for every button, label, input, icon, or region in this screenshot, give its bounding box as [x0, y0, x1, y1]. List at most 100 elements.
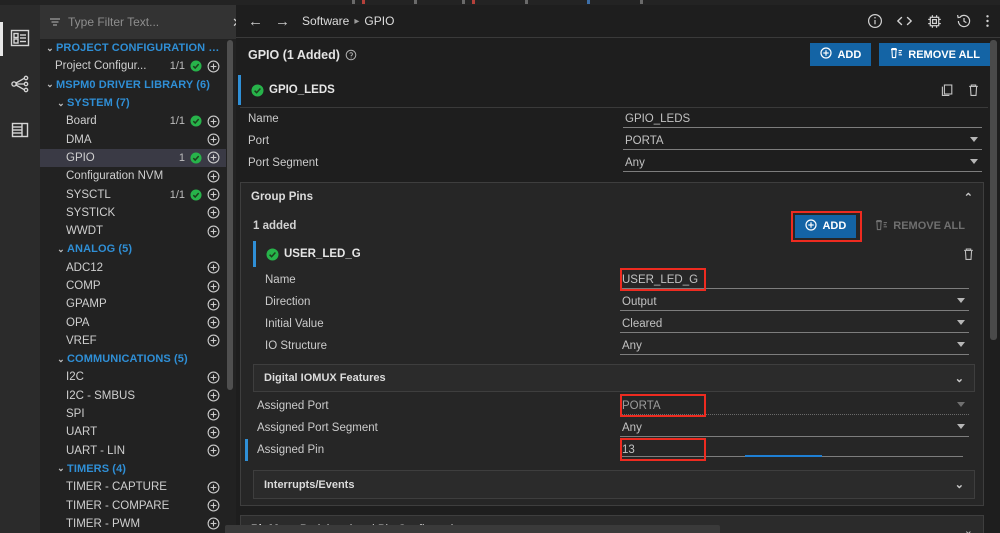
add-module-icon[interactable]: [207, 170, 220, 183]
chevron-down-icon[interactable]: ⌄: [955, 478, 964, 491]
add-module-icon[interactable]: [207, 517, 220, 530]
add-module-icon[interactable]: [207, 481, 220, 494]
add-module-icon[interactable]: [207, 499, 220, 512]
add-module-icon[interactable]: [207, 206, 220, 219]
sidebar-item-mspm0-driver-library-6[interactable]: ⌄ MSPM0 DRIVER LIBRARY (6): [40, 76, 226, 94]
sidebar-item-wwdt[interactable]: WWDT: [40, 222, 226, 240]
add-module-icon[interactable]: [207, 115, 220, 128]
field-input[interactable]: USER_LED_G: [620, 272, 969, 289]
back-button[interactable]: ←: [248, 14, 263, 29]
dropdown-caret-icon[interactable]: [957, 423, 965, 429]
main-scrollbar-thumb[interactable]: [990, 40, 997, 340]
chevron-up-icon[interactable]: ⌃: [964, 191, 973, 204]
add-module-icon[interactable]: [207, 280, 220, 293]
device-grid-icon[interactable]: [8, 118, 32, 142]
field-select[interactable]: Output: [620, 294, 969, 311]
sidebar-item-adc12[interactable]: ADC12: [40, 259, 226, 277]
sidebar-item-uart-lin[interactable]: UART - LIN: [40, 442, 226, 460]
add-module-icon[interactable]: [207, 389, 220, 402]
add-module-icon[interactable]: [207, 334, 220, 347]
sidebar-item-sysctl[interactable]: SYSCTL 1/1: [40, 185, 226, 203]
field-select[interactable]: Any: [620, 420, 969, 437]
filter-input[interactable]: [68, 15, 223, 29]
field-select[interactable]: PORTA: [620, 398, 969, 415]
chevron-down-icon[interactable]: ⌄: [964, 524, 973, 533]
add-module-icon[interactable]: [207, 151, 220, 164]
blocks-list-icon[interactable]: [8, 26, 32, 50]
field-select[interactable]: Any: [620, 338, 969, 355]
add-button[interactable]: ADD: [810, 43, 872, 66]
chip-icon[interactable]: [926, 13, 943, 30]
sidebar-item-timer-pwm[interactable]: TIMER - PWM: [40, 515, 226, 533]
chevron-down-icon[interactable]: ⌄: [55, 463, 67, 474]
sidebar-scrollbar-thumb[interactable]: [227, 40, 233, 390]
info-icon[interactable]: [867, 13, 883, 29]
add-module-icon[interactable]: [207, 298, 220, 311]
chevron-down-icon[interactable]: ⌄: [55, 98, 67, 109]
group-pins-header[interactable]: Group Pins ⌃: [241, 183, 983, 211]
delete-icon[interactable]: [967, 83, 980, 97]
sidebar-item-i2c[interactable]: I2C: [40, 368, 226, 386]
add-module-icon[interactable]: [207, 133, 220, 146]
sidebar-item-board[interactable]: Board 1/1: [40, 112, 226, 130]
field-select[interactable]: Cleared: [620, 316, 969, 333]
dropdown-caret-icon[interactable]: [957, 319, 965, 325]
add-module-icon[interactable]: [207, 261, 220, 274]
chevron-down-icon[interactable]: ⌄: [55, 354, 67, 365]
sidebar-item-timer-compare[interactable]: TIMER - COMPARE: [40, 496, 226, 514]
remove-all-button[interactable]: REMOVE ALL: [879, 43, 990, 66]
sidebar-item-gpamp[interactable]: GPAMP: [40, 295, 226, 313]
digital-iomux-header[interactable]: Digital IOMUX Features ⌄: [254, 365, 974, 391]
sidebar-item-uart[interactable]: UART: [40, 423, 226, 441]
sidebar-item-configuration-nvm[interactable]: Configuration NVM: [40, 167, 226, 185]
copy-icon[interactable]: [940, 83, 954, 97]
sidebar-item-spi[interactable]: SPI: [40, 405, 226, 423]
add-module-icon[interactable]: [207, 188, 220, 201]
pin-network-icon[interactable]: [8, 72, 32, 96]
field-select[interactable]: Any: [623, 155, 982, 172]
sidebar-item-i2c-smbus[interactable]: I2C - SMBUS: [40, 387, 226, 405]
add-module-icon[interactable]: [207, 444, 220, 457]
chevron-down-icon[interactable]: ⌄: [44, 43, 56, 54]
sidebar-item-comp[interactable]: COMP: [40, 277, 226, 295]
code-icon[interactable]: [896, 13, 913, 29]
help-icon[interactable]: [345, 49, 357, 61]
chevron-down-icon[interactable]: ⌄: [55, 244, 67, 255]
add-pin-button[interactable]: ADD: [795, 214, 857, 238]
dropdown-caret-icon[interactable]: [957, 341, 965, 347]
add-module-icon[interactable]: [207, 316, 220, 329]
forward-button[interactable]: →: [275, 14, 290, 29]
sidebar-item-vref[interactable]: VREF: [40, 332, 226, 350]
sidebar-item-gpio[interactable]: GPIO 1: [40, 148, 226, 168]
sidebar-item-communications-5[interactable]: ⌄ COMMUNICATIONS (5): [40, 350, 226, 368]
sidebar-item-dma[interactable]: DMA: [40, 130, 226, 148]
slider-fill[interactable]: [745, 454, 822, 457]
add-module-icon[interactable]: [207, 225, 220, 238]
add-module-icon[interactable]: [207, 371, 220, 384]
interrupts-events-header[interactable]: Interrupts/Events ⌄: [254, 471, 974, 498]
dropdown-caret-icon[interactable]: [957, 297, 965, 303]
breadcrumb-root[interactable]: Software: [302, 14, 349, 28]
add-module-icon[interactable]: [207, 426, 220, 439]
add-module-icon[interactable]: [207, 408, 220, 421]
sidebar-item-timers-4[interactable]: ⌄ TIMERS (4): [40, 460, 226, 478]
sidebar-item-analog-5[interactable]: ⌄ ANALOG (5): [40, 240, 226, 258]
dropdown-caret-icon[interactable]: [970, 158, 978, 164]
breadcrumb-current[interactable]: GPIO: [364, 14, 394, 28]
main-scrollbar[interactable]: [989, 38, 999, 533]
more-vertical-icon[interactable]: [985, 13, 990, 29]
sidebar-item-systick[interactable]: SYSTICK: [40, 204, 226, 222]
sidebar-item-opa[interactable]: OPA: [40, 313, 226, 331]
dropdown-caret-icon[interactable]: [957, 401, 965, 407]
field-select[interactable]: PORTA: [623, 133, 982, 150]
chevron-down-icon[interactable]: ⌄: [44, 79, 56, 90]
sidebar-scrollbar[interactable]: [226, 34, 235, 533]
sidebar-item-project-configuration-1[interactable]: ⌄ PROJECT CONFIGURATION (1): [40, 39, 226, 57]
sidebar-item-timer-capture[interactable]: TIMER - CAPTURE: [40, 478, 226, 496]
chevron-down-icon[interactable]: ⌄: [955, 372, 964, 385]
sidebar-item-system-7[interactable]: ⌄ SYSTEM (7): [40, 94, 226, 112]
field-select[interactable]: 13: [620, 442, 969, 459]
dropdown-caret-icon[interactable]: [970, 136, 978, 142]
history-icon[interactable]: [956, 13, 972, 29]
sidebar-item-project-configur[interactable]: Project Configur... 1/1: [40, 57, 226, 75]
